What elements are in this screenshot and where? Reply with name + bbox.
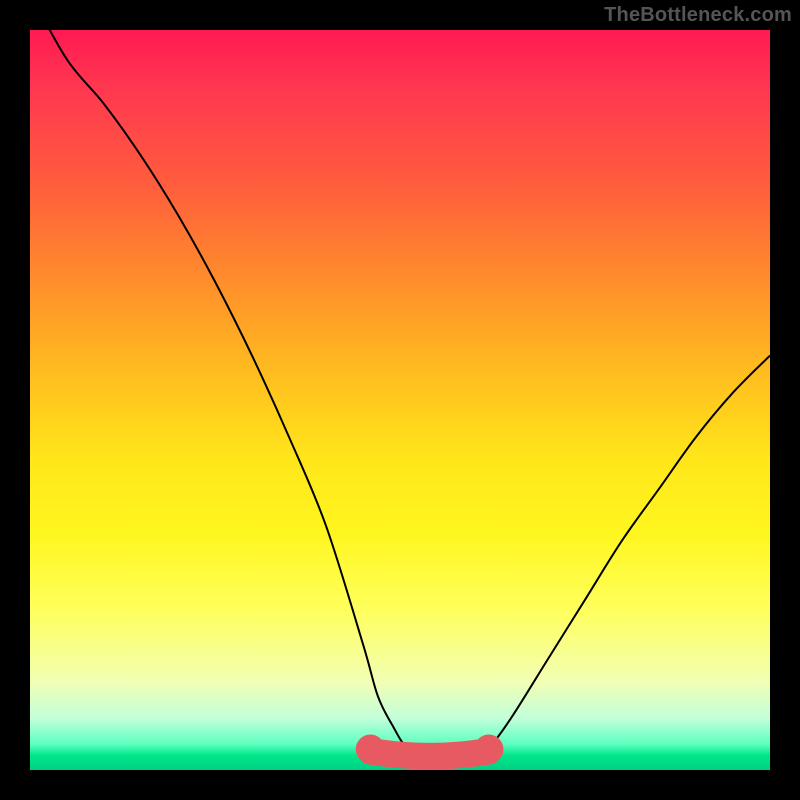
plot-area xyxy=(30,30,770,770)
chart-svg xyxy=(30,30,770,770)
curve-minimum-highlight xyxy=(356,735,504,764)
watermark-text: TheBottleneck.com xyxy=(604,4,792,27)
bottleneck-curve xyxy=(30,0,770,756)
chart-frame: TheBottleneck.com xyxy=(0,0,800,800)
